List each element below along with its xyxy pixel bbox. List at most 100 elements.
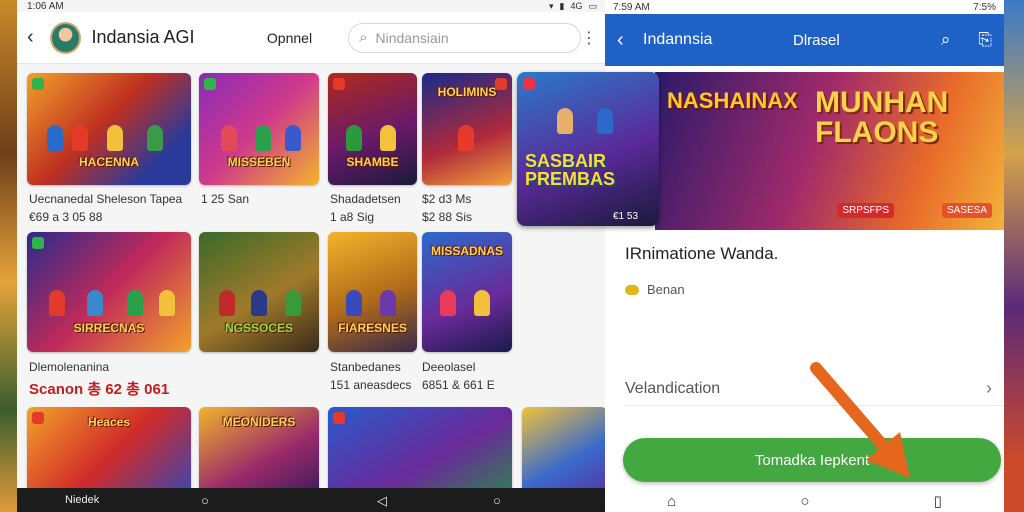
- status-icons: ▾ ▮ 4G ▭: [549, 1, 597, 12]
- character-figure: [147, 125, 163, 152]
- tab-open[interactable]: Opnnel: [267, 30, 312, 46]
- new-badge: [204, 78, 216, 90]
- game-caption: 151 aneasdecs: [330, 378, 412, 392]
- developer-row[interactable]: Benan: [625, 282, 685, 297]
- game-title: HOLIMINS: [437, 85, 497, 99]
- top-app-bar: ‹ Indannsia Dlrasel ⌕ ⎘: [605, 14, 1004, 66]
- game-caption: Shadadetsen: [330, 192, 401, 206]
- hero-title-left: NASHAINAX: [667, 88, 798, 113]
- featured-game-counter: €1 53: [613, 211, 639, 222]
- game-card[interactable]: NGSSOCES: [199, 232, 319, 352]
- character-figure: [346, 290, 362, 316]
- game-caption: Stanbedanes: [330, 360, 401, 374]
- character-figure: [380, 125, 396, 152]
- right-phone-screen: 7:59 AM 7:5% ‹ Indannsia Dlrasel ⌕ ⎘ NAS…: [605, 0, 1004, 512]
- signal-icon: ▮: [559, 0, 565, 11]
- game-caption: Uecnanedal Sheleson Tapea: [29, 192, 183, 206]
- nav-home-icon[interactable]: ○: [201, 493, 209, 508]
- character-figure: [72, 125, 88, 152]
- developer-name: Benan: [647, 282, 685, 297]
- game-caption: 1 a8 Sig: [330, 210, 375, 224]
- game-title: HACENNA: [79, 155, 139, 170]
- character-figure: [474, 290, 490, 316]
- verification-row[interactable]: Velandication ›: [625, 372, 1004, 406]
- character-figure: [47, 125, 63, 152]
- search-icon[interactable]: ⌕: [941, 30, 951, 50]
- character-figure: [440, 290, 456, 316]
- app-title: Indannsia: [643, 31, 713, 48]
- app-title: Indansia AGI: [91, 27, 195, 47]
- game-title: MISSEBEN: [227, 155, 291, 170]
- left-background-strip: [0, 0, 17, 512]
- game-title: SIRRECNAS: [73, 321, 145, 336]
- wifi-icon: ▾: [548, 0, 554, 11]
- game-card[interactable]: MISSADNAS: [422, 232, 512, 352]
- search-input[interactable]: ⌕ Nindansiain: [348, 22, 582, 53]
- bottom-navigation-bar: ⌂ ○ ▯: [605, 490, 1004, 512]
- chevron-right-icon: ›: [986, 378, 992, 398]
- more-options-icon[interactable]: ⋮: [581, 28, 597, 48]
- character-figure: [458, 125, 474, 152]
- character-figure: [107, 125, 123, 152]
- game-title: MEONIDERS: [222, 415, 296, 429]
- character-figure: [597, 107, 613, 134]
- game-caption: 6851 & 661 E: [422, 378, 495, 392]
- sale-badge: [333, 78, 345, 90]
- game-title: NGSSOCES: [224, 321, 293, 336]
- search-icon: ⌕: [359, 29, 368, 46]
- verification-label: Velandication: [625, 379, 721, 397]
- game-caption: $2 88 Sis: [422, 210, 473, 224]
- character-figure: [285, 290, 301, 316]
- game-title: Heaces: [87, 415, 131, 429]
- character-figure: [159, 290, 175, 316]
- install-label: Tomadka Iepkent: [754, 451, 870, 469]
- game-caption: Deeolasel: [422, 360, 476, 374]
- network-type: 4G: [570, 0, 583, 11]
- status-battery: 7:5%: [973, 1, 996, 13]
- right-background-strip: [1004, 0, 1024, 512]
- avatar[interactable]: [50, 21, 82, 54]
- game-caption: 1 25 San: [201, 192, 250, 206]
- featured-game-card[interactable]: SASBAIR PREMBAS €1 53: [517, 72, 659, 226]
- new-badge: [32, 78, 44, 90]
- character-figure: [87, 290, 103, 316]
- game-card[interactable]: SIRRECNAS: [27, 232, 191, 352]
- status-time: 7:59 AM: [613, 1, 650, 13]
- install-button[interactable]: Tomadka Iepkent: [623, 438, 1001, 482]
- game-card[interactable]: MISSEBEN: [199, 73, 319, 185]
- hero-title-right: MUNHAN FLAONS: [815, 86, 949, 149]
- appbar-actions: ⌕ ⎘: [941, 30, 992, 50]
- back-arrow-icon[interactable]: ‹: [617, 29, 637, 52]
- recents-icon[interactable]: ▯: [934, 492, 942, 510]
- nav-back-label[interactable]: Niedek: [65, 494, 99, 506]
- nav-back-icon[interactable]: ◁: [377, 493, 387, 509]
- game-card[interactable]: FIARESNES: [328, 232, 417, 352]
- game-title: SHAMBE: [346, 155, 399, 170]
- game-card[interactable]: SHAMBE: [328, 73, 417, 185]
- game-title: MISSADNAS: [430, 244, 503, 258]
- character-figure: [285, 125, 301, 152]
- game-caption: €69 a 3 05 88: [29, 210, 103, 224]
- character-figure: [255, 125, 271, 152]
- screenshot-root: 1:06 AM ▾ ▮ 4G ▭ ‹ Indansia AGI Opnnel ⌕…: [0, 0, 1024, 512]
- game-caption: $2 d3 Ms: [422, 192, 472, 206]
- share-icon[interactable]: ⎘: [978, 30, 992, 50]
- character-figure: [346, 125, 362, 152]
- sale-badge: [333, 412, 345, 424]
- hero-label: SASESA: [941, 203, 992, 218]
- top-app-bar: ‹ Indansia AGI Opnnel ⌕ Nindansiain ⋮: [17, 12, 607, 64]
- appbar-subtitle[interactable]: Dlrasel: [793, 32, 893, 49]
- home-icon[interactable]: ⌂: [667, 493, 676, 510]
- character-figure: [221, 125, 237, 152]
- battery-icon: ▭: [588, 0, 597, 11]
- hero-label: SRPSFPS: [837, 203, 894, 218]
- game-price: Scanon 총 62 총 061: [29, 381, 170, 398]
- game-card[interactable]: HOLIMINS: [422, 73, 512, 185]
- nav-home-circle-icon[interactable]: ○: [800, 493, 809, 510]
- back-arrow-icon[interactable]: ‹: [27, 26, 46, 49]
- status-time: 1:06 AM: [27, 0, 64, 12]
- game-title: FIARESNES: [338, 321, 407, 336]
- nav-home-icon[interactable]: ○: [493, 493, 501, 508]
- game-card[interactable]: HACENNA: [27, 73, 191, 185]
- status-bar-right: 7:59 AM 7:5%: [605, 0, 1004, 14]
